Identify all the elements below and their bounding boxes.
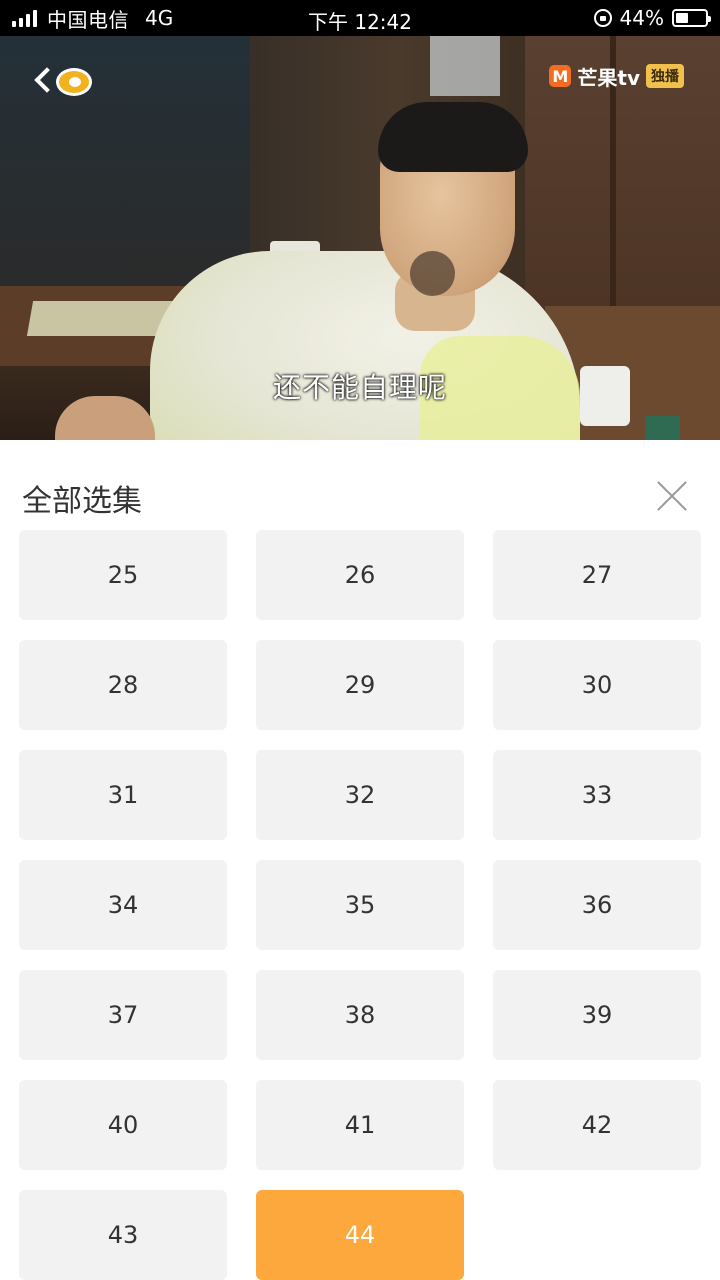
signal-icon xyxy=(12,9,37,27)
episode-button-26[interactable]: 26 xyxy=(256,530,464,620)
battery-icon xyxy=(672,9,711,27)
brand-name: 芒果tv xyxy=(577,65,640,90)
episode-grid: 25 26 27 28 29 30 31 32 33 34 35 36 37 38 39 40 41 42 43 44 xyxy=(19,530,701,1280)
episode-button-34[interactable]: 34 xyxy=(19,860,227,950)
carrier-name: 中国电信 xyxy=(47,7,129,32)
channel-logo xyxy=(56,68,92,96)
episode-button-33[interactable]: 33 xyxy=(493,750,701,840)
episode-panel-header: 全部选集 xyxy=(0,440,720,540)
mango-tv-logo-icon: M xyxy=(549,65,572,87)
episode-button-32[interactable]: 32 xyxy=(256,750,464,840)
rotation-lock-icon xyxy=(593,9,612,27)
episode-button-38[interactable]: 38 xyxy=(256,970,464,1060)
episode-button-31[interactable]: 31 xyxy=(19,750,227,840)
close-button[interactable] xyxy=(652,476,692,516)
episode-button-36[interactable]: 36 xyxy=(493,860,701,950)
episode-button-35[interactable]: 35 xyxy=(256,860,464,950)
episode-button-37[interactable]: 37 xyxy=(19,970,227,1060)
episode-button-29[interactable]: 29 xyxy=(256,640,464,730)
episode-button-28[interactable]: 28 xyxy=(19,640,227,730)
status-bar: 中国电信 4G 下午 12:42 44% xyxy=(0,0,720,36)
episode-button-30[interactable]: 30 xyxy=(493,640,701,730)
episode-button-44[interactable]: 44 xyxy=(256,1190,464,1280)
brand-watermark: M 芒果tv 独播 xyxy=(549,62,684,90)
episode-button-39[interactable]: 39 xyxy=(493,970,701,1060)
network-type: 4G xyxy=(145,6,174,30)
panel-title: 全部选集 xyxy=(22,484,142,519)
episode-button-40[interactable]: 40 xyxy=(19,1080,227,1170)
episode-button-41[interactable]: 41 xyxy=(256,1080,464,1170)
video-subtitle: 还不能自理呢 xyxy=(272,371,447,404)
battery-percent: 44% xyxy=(619,6,664,30)
episode-button-25[interactable]: 25 xyxy=(19,530,227,620)
episode-button-43[interactable]: 43 xyxy=(19,1190,227,1280)
exclusive-badge: 独播 xyxy=(646,64,684,88)
episode-button-42[interactable]: 42 xyxy=(493,1080,701,1170)
episode-button-27[interactable]: 27 xyxy=(493,530,701,620)
video-player[interactable]: M 芒果tv 独播 还不能自理呢 xyxy=(0,36,720,440)
